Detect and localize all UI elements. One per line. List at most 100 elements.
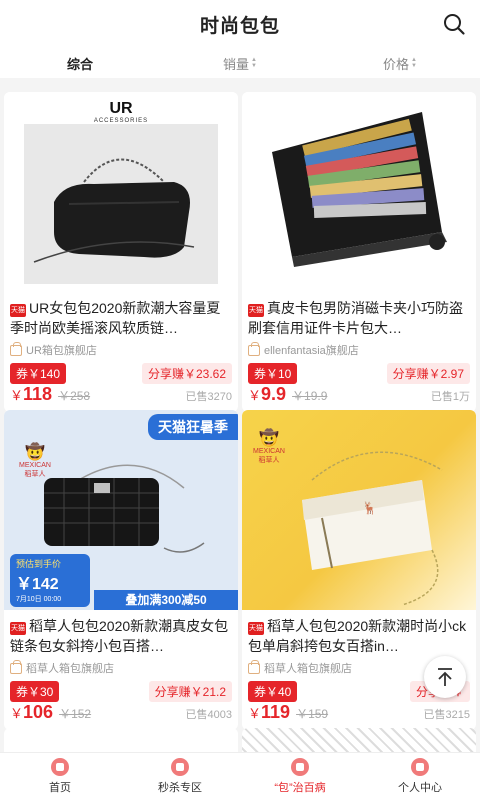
product-title[interactable]: 天猫 真皮卡包男防消磁卡夹小巧防盗刷套信用证件卡片包大… — [242, 292, 476, 340]
share-earn-badge[interactable]: 分享赚￥2.97 — [386, 362, 470, 384]
home-icon — [51, 758, 69, 776]
product-title-text: UR女包包2020新款潮大容量夏季时尚欧美摇滚风软质链… — [10, 300, 221, 336]
original-price: ￥19.9 — [292, 389, 328, 403]
shop-label: 稻草人箱包旗舰店 — [264, 663, 352, 675]
tab-label: 综合 — [66, 56, 93, 72]
price-value: 9.9 — [261, 384, 287, 404]
promo-row: 券￥10 分享赚￥2.97 — [242, 358, 476, 384]
product-title-text: 真皮卡包男防消磁卡夹小巧防盗刷套信用证件卡片包大… — [248, 300, 463, 336]
product-image[interactable]: 🤠 MEXICAN 稻草人 🦌 — [242, 410, 476, 610]
share-earn-badge[interactable]: 分享赚￥21.2 — [148, 680, 232, 702]
page-title: 时尚包包 — [199, 15, 280, 37]
tab-home[interactable]: 首页 — [0, 753, 120, 800]
promo-banner: 天猫狂暑季 — [148, 414, 238, 440]
bag-icon — [291, 758, 309, 776]
coupon-badge[interactable]: 券￥10 — [248, 362, 298, 384]
coupon-badge[interactable]: 券￥30 — [10, 680, 60, 702]
tab-sales[interactable]: 销量 ▲ ▼ — [160, 48, 320, 78]
shop-name: ellenfantasia旗舰店 — [242, 340, 476, 358]
shop-name: UR箱包旗舰店 — [4, 340, 238, 358]
coupon-badge[interactable]: 券￥140 — [10, 362, 67, 384]
sold-count: 已售3215 — [423, 709, 470, 721]
product-card[interactable]: 天猫 真皮卡包男防消磁卡夹小巧防盗刷套信用证件卡片包大… ellenfantasi… — [242, 92, 476, 412]
product-title-text: 稻草人包包2020新款潮时尚小ck包单肩斜挎包女百搭in… — [248, 618, 467, 654]
price-value: 106 — [23, 702, 54, 722]
tab-bags[interactable]: “包”治百病 — [240, 753, 360, 800]
sold-count: 已售3270 — [185, 391, 232, 403]
sold-count: 已售1万 — [430, 391, 470, 403]
back-to-top-button[interactable] — [424, 656, 466, 698]
card-wallet-illustration — [272, 112, 447, 267]
flash-sale-icon — [171, 758, 189, 776]
tmall-badge: 天猫 — [248, 622, 264, 635]
handbag-illustration: 🦌 — [302, 451, 443, 606]
current-price: ￥106 — [10, 702, 53, 723]
tab-label: 销量 — [223, 56, 250, 72]
promo-date: 7月10日 00:00 — [16, 596, 62, 603]
product-title-text: 稻草人包包2020新款潮真皮女包链条包女斜挎小包百搭… — [10, 618, 229, 654]
tab-price[interactable]: 价格 ▲ ▼ — [320, 48, 480, 78]
product-title[interactable]: 天猫 稻草人包包2020新款潮时尚小ck包单肩斜挎包女百搭in… — [242, 610, 476, 658]
product-title[interactable]: 天猫 UR女包包2020新款潮大容量夏季时尚欧美摇滚风软质链… — [4, 292, 238, 340]
estimated-price: ￥142 — [16, 576, 59, 593]
shop-name: 稻草人箱包旗舰店 — [4, 658, 238, 676]
product-card[interactable]: 天猫狂暑季 🤠 MEXICAN 稻草人 预估到手价 ￥142 7月10日 00:00… — [4, 410, 238, 730]
product-image[interactable]: UR ACCESSORIES — [4, 92, 238, 292]
original-price: ￥258 — [58, 389, 91, 403]
coupon-badge[interactable]: 券￥40 — [248, 680, 298, 702]
bottom-tab-bar: 首页 秒杀专区 “包”治百病 个人中心 — [0, 752, 480, 800]
current-price: ￥9.9 — [248, 384, 286, 405]
product-image[interactable] — [242, 92, 476, 292]
tab-label: 秒杀专区 — [158, 782, 202, 794]
arrow-up-icon — [438, 668, 452, 686]
brand-subtitle: ACCESSORIES — [93, 118, 149, 124]
sort-arrows-icon: ▲ ▼ — [411, 57, 417, 69]
handbag-illustration — [44, 464, 205, 553]
price-row: ￥119 ￥159 已售3215 — [242, 702, 476, 730]
handbag-illustration — [33, 158, 195, 263]
original-price: ￥159 — [296, 707, 329, 721]
tab-flash-sale[interactable]: 秒杀专区 — [120, 753, 240, 800]
product-image[interactable]: 天猫狂暑季 🤠 MEXICAN 稻草人 预估到手价 ￥142 7月10日 00:00… — [4, 410, 238, 610]
shop-icon — [10, 341, 22, 356]
shop-icon — [248, 341, 260, 356]
estimated-price-box: 预估到手价 ￥142 7月10日 00:00 — [10, 554, 90, 607]
tab-profile[interactable]: 个人中心 — [360, 753, 480, 800]
price-row: ￥106 ￥152 已售4003 — [4, 702, 238, 730]
tmall-badge: 天猫 — [248, 304, 264, 317]
price-row: ￥9.9 ￥19.9 已售1万 — [242, 384, 476, 412]
tab-label: “包”治百病 — [274, 782, 326, 794]
tab-label: 价格 — [383, 56, 410, 72]
sold-count: 已售4003 — [185, 709, 232, 721]
price-row: ￥118 ￥258 已售3270 — [4, 384, 238, 412]
tmall-badge: 天猫 — [10, 304, 26, 317]
shop-label: UR箱包旗舰店 — [26, 345, 97, 357]
shop-icon — [10, 659, 22, 674]
share-earn-badge[interactable]: 分享赚￥23.62 — [141, 362, 232, 384]
currency-symbol: ￥ — [10, 388, 24, 403]
currency-symbol: ￥ — [10, 706, 24, 721]
discount-banner: 叠加满300减50 — [94, 590, 238, 610]
promo-row: 券￥30 分享赚￥21.2 — [4, 676, 238, 702]
estimated-price-label: 预估到手价 — [16, 559, 62, 569]
search-icon[interactable] — [442, 12, 466, 36]
sort-arrows-icon: ▲ ▼ — [251, 57, 257, 69]
divider — [0, 78, 480, 86]
brand-logo: UR — [109, 100, 133, 117]
current-price: ￥118 — [10, 384, 52, 405]
price-value: 118 — [23, 384, 53, 404]
price-value: 119 — [261, 702, 291, 722]
svg-text:🦌: 🦌 — [362, 501, 377, 515]
app-header: 时尚包包 — [0, 0, 480, 48]
tab-label: 个人中心 — [398, 782, 442, 794]
currency-symbol: ￥ — [248, 388, 262, 403]
original-price: ￥152 — [59, 707, 92, 721]
shop-label: ellenfantasia旗舰店 — [264, 345, 359, 357]
tab-comprehensive[interactable]: 综合 — [0, 48, 160, 78]
tmall-badge: 天猫 — [10, 622, 26, 635]
shop-label: 稻草人箱包旗舰店 — [26, 663, 114, 675]
profile-icon — [411, 758, 429, 776]
product-card[interactable]: UR ACCESSORIES 天猫 UR女包包2020新款潮大容量夏季时尚欧美摇滚… — [4, 92, 238, 412]
tab-label: 首页 — [49, 782, 71, 794]
product-title[interactable]: 天猫 稻草人包包2020新款潮真皮女包链条包女斜挎小包百搭… — [4, 610, 238, 658]
